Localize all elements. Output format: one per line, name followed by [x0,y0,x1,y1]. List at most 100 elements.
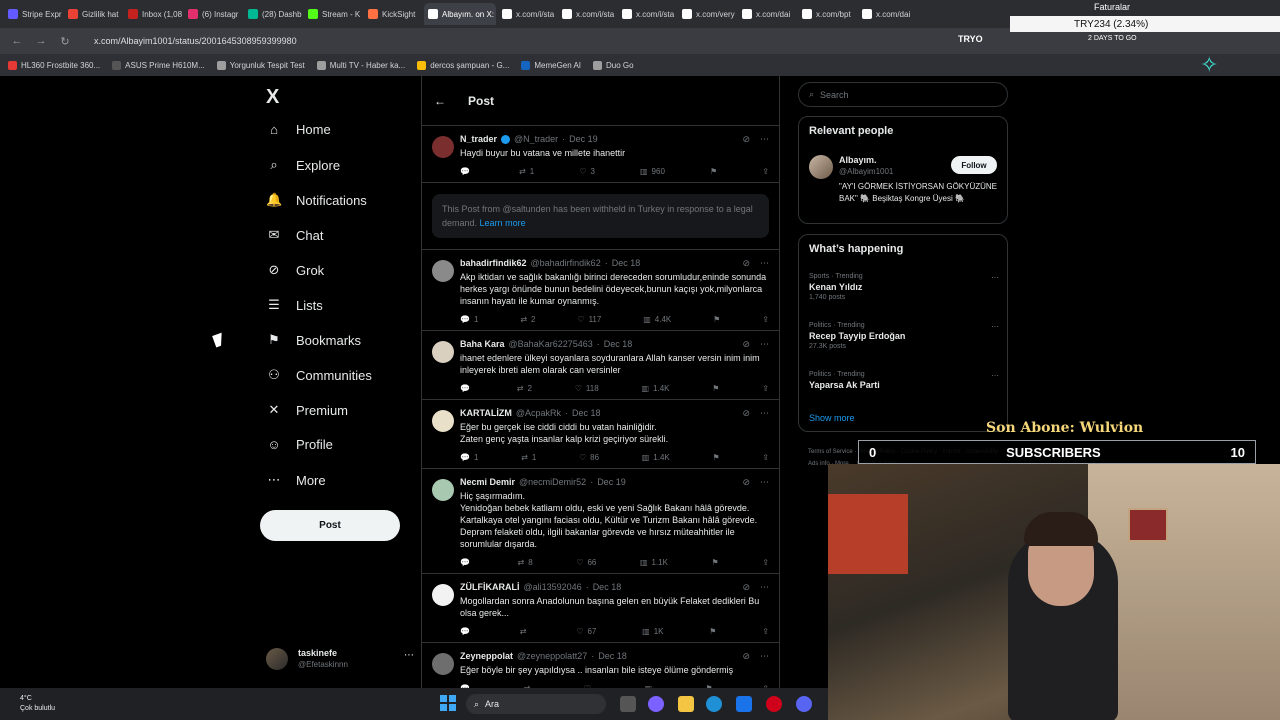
copilot-icon[interactable] [648,696,664,712]
reply-action[interactable]: 💬 [460,384,474,393]
forward-arrow-icon[interactable]: → [34,35,48,47]
tweet-date[interactable]: Dec 18 [612,258,641,268]
browser-tab[interactable]: x.com/i/sta [558,3,616,25]
more-dots-icon[interactable]: ⋯ [991,273,999,282]
share-icon[interactable]: ⇪ [762,558,769,567]
follow-button[interactable]: Follow [951,156,997,174]
reload-icon[interactable]: ↻ [58,35,72,48]
views-action[interactable]: ▥ 1.4K [642,453,670,462]
repost-action[interactable]: ⇄ [520,627,531,636]
browser-tab[interactable]: (6) Instagr [184,3,242,25]
bookmark-icon[interactable]: ⚑ [712,384,719,393]
avatar[interactable] [809,155,833,179]
grok-icon[interactable]: ⊘ [742,477,750,488]
more-dots-icon[interactable]: ⋯ [991,371,999,380]
more-dots-icon[interactable]: ⋯ [991,322,999,331]
nav-item-home[interactable]: ⌂ Home [266,122,331,137]
tweet-author-name[interactable]: Zeyneppolat [460,651,513,661]
more-dots-icon[interactable]: ⋯ [760,651,769,662]
nav-item-more[interactable]: ⋯ More [266,472,326,488]
nav-item-notifications[interactable]: 🔔 Notifications [266,192,367,208]
bookmark-icon[interactable]: ⚑ [712,558,719,567]
tweet[interactable]: KARTALİZM @AcpakRk · Dec 18 ⊘ ⋯ Eğer bu gerçek… [422,400,779,469]
avatar[interactable] [432,410,454,432]
weather-widget[interactable]: 4°C Çok bulutlu [20,694,55,714]
bookmark-item[interactable]: Duo Go [593,60,634,70]
back-arrow-icon[interactable]: ← [434,94,446,108]
more-dots-icon[interactable]: ⋯ [760,134,769,145]
reply-action[interactable]: 💬 [460,167,474,176]
tweet-author-name[interactable]: bahadirfindik62 [460,258,527,268]
browser-tab[interactable]: x.com/i/sta [498,3,556,25]
views-action[interactable]: ▥ 1K [642,627,663,636]
like-action[interactable]: ♡ 66 [576,558,596,567]
browser-tab[interactable]: x.com/bpt [798,3,856,25]
bookmark-icon[interactable]: ⚑ [709,627,716,636]
store-icon[interactable] [736,696,752,712]
like-action[interactable]: ♡ 86 [579,453,599,462]
avatar[interactable] [432,653,454,675]
tweet[interactable]: Zeyneppolat @zeyneppolatt27 · Dec 18 ⊘ ⋯ Eğer … [422,643,779,688]
like-action[interactable]: ♡ 118 [575,384,599,393]
avatar[interactable] [432,584,454,606]
browser-tab[interactable]: Stream - K [304,3,362,25]
tweet[interactable]: ZÜLFİKARALİ @ali13592046 · Dec 18 ⊘ ⋯ Mogollar… [422,574,779,643]
reply-action[interactable]: 💬 [460,558,474,567]
nav-item-communities[interactable]: ⚇ Communities [266,367,372,383]
more-dots-icon[interactable]: ⋯ [404,650,414,661]
avatar[interactable] [432,136,454,158]
file-explorer-icon[interactable] [678,696,694,712]
share-icon[interactable]: ⇪ [762,453,769,462]
grok-icon[interactable]: ⊘ [742,408,750,419]
nav-item-lists[interactable]: ☰ Lists [266,297,323,313]
bookmark-item[interactable]: MemeGen AI [521,60,581,70]
opera-icon[interactable] [766,696,782,712]
bookmark-item[interactable]: ASUS Prime H610M... [112,60,205,70]
post-button[interactable]: Post [260,510,400,541]
bookmark-icon[interactable]: ⚑ [713,315,720,324]
bookmark-item[interactable]: Multi TV - Haber ka... [316,60,405,70]
browser-tab[interactable]: Stripe Expr [4,3,62,25]
more-dots-icon[interactable]: ⋯ [760,339,769,350]
views-action[interactable]: ▥ 4.4K [643,315,671,324]
address-bar[interactable]: x.com/Albayim1001/status/200164530895939… [94,36,297,46]
tweet[interactable]: Baha Kara @BahaKar62275463 · Dec 18 ⊘ ⋯ ihanet… [422,331,779,400]
tweet[interactable]: Necmi Demir @necmiDemir52 · Dec 19 ⊘ ⋯ Hiç şaş… [422,469,779,574]
taskbar-search-input[interactable]: ⌕ Ara [466,694,606,714]
learn-more-link[interactable]: Learn more [480,218,526,228]
browser-tab[interactable]: x.com/dai [858,3,916,25]
nav-item-bookmarks[interactable]: ⚑ Bookmarks [266,332,361,348]
tweet-author-name[interactable]: N_trader [460,134,497,144]
bookmark-icon[interactable]: ⚑ [710,167,717,176]
task-view-icon[interactable] [620,696,636,712]
browser-tab[interactable]: x.com/very [678,3,736,25]
search-input[interactable]: ⌕ Search [798,82,1008,107]
browser-tab[interactable]: (28) Dashb [244,3,302,25]
views-action[interactable]: ▥ 1.4K [641,384,669,393]
tweet-date[interactable]: Dec 19 [597,477,626,487]
tweet-date[interactable]: Dec 18 [604,339,633,349]
more-dots-icon[interactable]: ⋯ [760,582,769,593]
tweet-date[interactable]: Dec 19 [569,134,598,144]
grok-icon[interactable]: ⊘ [742,651,750,662]
browser-tab[interactable]: Inbox (1,08 [124,3,182,25]
trend-item[interactable]: Sports · Trending Kenan Yıldız 1,740 posts… [809,273,999,301]
nav-item-profile[interactable]: ☺ Profile [266,437,333,452]
share-icon[interactable]: ⇪ [762,384,769,393]
trend-item[interactable]: Politics · Trending Recep Tayyip Erdoğan 2… [809,322,999,350]
trend-item[interactable]: Politics · Trending Yaparsa Ak Parti ⋯ [809,371,999,392]
avatar[interactable] [432,479,454,501]
views-action[interactable]: ▥ 1.1K [640,558,668,567]
share-icon[interactable]: ⇪ [762,167,769,176]
like-action[interactable]: ♡ 117 [577,315,601,324]
browser-tab[interactable]: x.com/i/sta [618,3,676,25]
edge-icon[interactable] [706,696,722,712]
tweet-date[interactable]: Dec 18 [572,408,601,418]
browser-tab[interactable]: Albayım. on X: "De [424,3,496,25]
tweet-author-name[interactable]: Necmi Demir [460,477,515,487]
bookmark-item[interactable]: dercos şampuan - G... [417,60,509,70]
nav-item-chat[interactable]: ✉ Chat [266,227,324,243]
like-action[interactable]: ♡ 3 [579,167,595,176]
relevant-person-name[interactable]: Albayım. [839,155,877,165]
share-icon[interactable]: ⇪ [762,315,769,324]
